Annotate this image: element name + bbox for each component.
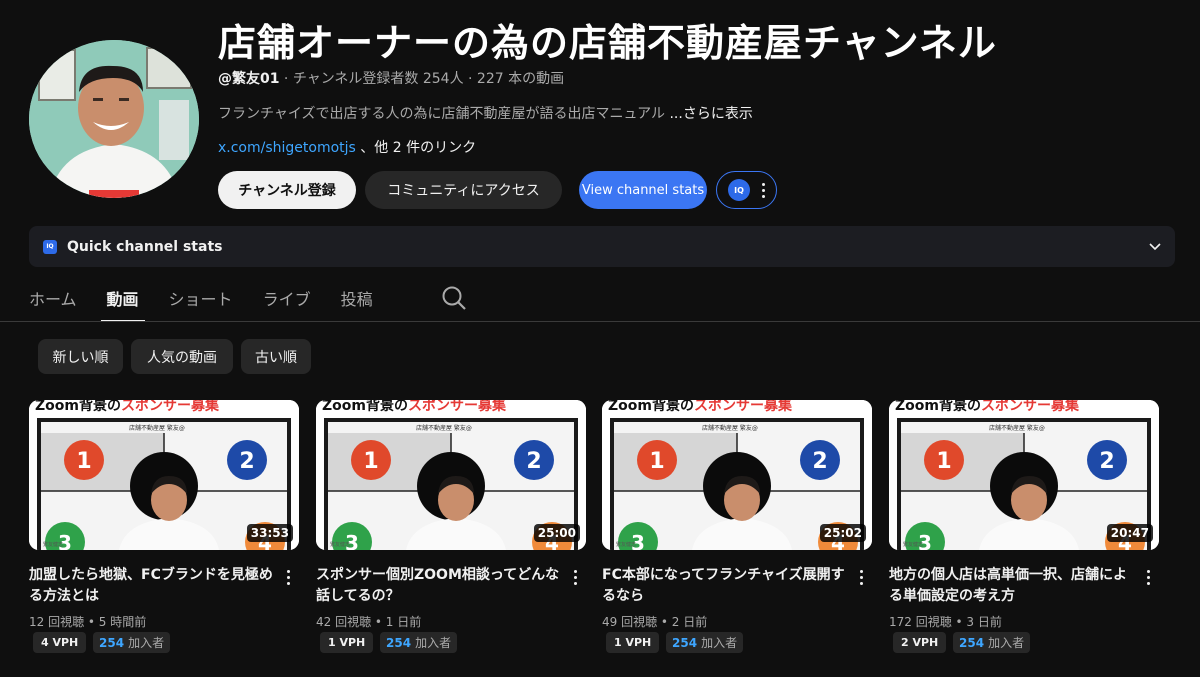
video-duration: 25:02 bbox=[819, 524, 866, 542]
show-more-link[interactable]: ...さらに表示 bbox=[669, 106, 752, 122]
video-duration: 25:00 bbox=[533, 524, 580, 542]
channel-avatar[interactable] bbox=[29, 40, 199, 198]
thumb-header: 店舗不動産屋 繁友@ bbox=[129, 424, 185, 432]
more-vert-icon[interactable] bbox=[287, 570, 290, 585]
subscribers-count: 254 bbox=[99, 635, 125, 650]
chip-newest[interactable]: 新しい順 bbox=[38, 339, 123, 374]
channel-stats-text: · チャンネル登録者数 254人 · 227 本の動画 bbox=[279, 71, 565, 87]
search-icon[interactable] bbox=[441, 285, 467, 311]
thumb-banner-red: スポンサー募集 bbox=[408, 400, 507, 414]
tab-live[interactable]: ライブ bbox=[263, 282, 311, 322]
thumb-num-2: 2 bbox=[812, 449, 827, 474]
thumb-num-2: 2 bbox=[526, 449, 541, 474]
video-thumbnail[interactable]: Zoom背景の スポンサー募集 店舗不動産屋 繁友@ 1 2 3 4 繁友健志 … bbox=[316, 400, 586, 550]
thumb-banner-black: Zoom背景の bbox=[35, 400, 121, 414]
quick-stats-label: Quick channel stats bbox=[67, 238, 223, 255]
video-card[interactable]: Zoom背景の スポンサー募集 店舗不動産屋 繁友@ 1 2 3 4 繁友健志 … bbox=[889, 400, 1159, 653]
vph-badge: 1 VPH bbox=[606, 632, 660, 653]
thumb-num-1: 1 bbox=[936, 449, 951, 474]
tabs-divider bbox=[0, 321, 1200, 322]
thumb-num-2: 2 bbox=[239, 449, 254, 474]
vph-badge: 2 VPH bbox=[893, 632, 947, 653]
subscribers-badge: 254 加入者 bbox=[666, 632, 744, 653]
view-channel-stats-button[interactable]: View channel stats bbox=[579, 171, 707, 209]
video-duration: 20:47 bbox=[1106, 524, 1153, 542]
subscribers-label: 加入者 bbox=[988, 636, 1025, 650]
video-meta: 172 回視聴 • 3 日前 bbox=[889, 615, 1002, 629]
iq-logo-icon: IQ bbox=[43, 239, 57, 254]
community-button[interactable]: コミュニティにアクセス bbox=[365, 171, 562, 209]
quick-channel-stats-bar[interactable]: IQ Quick channel stats bbox=[29, 226, 1175, 267]
subscribers-count: 254 bbox=[959, 635, 985, 650]
svg-text:繁友健志: 繁友健志 bbox=[330, 541, 350, 548]
vph-badge: 4 VPH bbox=[33, 632, 87, 653]
thumb-banner-red: スポンサー募集 bbox=[694, 400, 793, 414]
channel-handle: @繁友01 bbox=[218, 71, 280, 87]
subscribers-badge: 254 加入者 bbox=[93, 632, 171, 653]
subscribers-badge: 254 加入者 bbox=[953, 632, 1031, 653]
subscribers-badge: 254 加入者 bbox=[380, 632, 458, 653]
subscribers-label: 加入者 bbox=[415, 636, 452, 650]
more-vert-icon[interactable] bbox=[1147, 570, 1150, 585]
svg-text:繁友健志: 繁友健志 bbox=[903, 541, 923, 548]
channel-description[interactable]: フランチャイズで出店する人の為に店舗不動産屋が語る出店マニュアル ...さらに表… bbox=[218, 103, 753, 123]
thumb-header: 店舗不動産屋 繁友@ bbox=[989, 424, 1045, 432]
more-links-text[interactable]: 、他 2 件のリンク bbox=[356, 140, 476, 156]
video-duration: 33:53 bbox=[246, 524, 293, 542]
svg-text:繁友健志: 繁友健志 bbox=[43, 541, 63, 548]
channel-links: x.com/shigetomotjs 、他 2 件のリンク bbox=[218, 137, 476, 157]
thumb-num-1: 1 bbox=[649, 449, 664, 474]
iq-logo-icon: IQ bbox=[728, 179, 750, 201]
video-title[interactable]: FC本部になってフランチャイズ展開するなら bbox=[602, 565, 852, 607]
thumb-banner-black: Zoom背景の bbox=[322, 400, 408, 414]
thumb-header: 店舗不動産屋 繁友@ bbox=[702, 424, 758, 432]
chip-oldest[interactable]: 古い順 bbox=[241, 339, 311, 374]
video-meta: 42 回視聴 • 1 日前 bbox=[316, 615, 422, 629]
video-title[interactable]: スポンサー個別ZOOM相談ってどんな話してるの？ bbox=[316, 565, 566, 607]
more-vert-icon[interactable] bbox=[860, 570, 863, 585]
channel-meta: @繁友01 · チャンネル登録者数 254人 · 227 本の動画 bbox=[218, 68, 564, 88]
subscribers-count: 254 bbox=[672, 635, 698, 650]
subscribers-label: 加入者 bbox=[128, 636, 165, 650]
video-card[interactable]: Zoom背景の スポンサー募集 店舗不動産屋 繁友@ 1 2 3 4 繁友健志 … bbox=[316, 400, 586, 653]
channel-link-url[interactable]: x.com/shigetomotjs bbox=[218, 140, 356, 156]
thumb-banner-black: Zoom背景の bbox=[895, 400, 981, 414]
video-thumbnail[interactable]: Zoom背景の スポンサー募集 店舗不動産屋 繁友@ 1 2 3 4 繁友健志 … bbox=[602, 400, 872, 550]
tab-videos[interactable]: 動画 bbox=[100, 282, 145, 322]
video-title[interactable]: 地方の個人店は高単価一択、店舗による単価設定の考え方 bbox=[889, 565, 1139, 607]
channel-tabs: ホーム 動画 ショート ライブ 投稿 bbox=[29, 282, 403, 322]
video-card[interactable]: Zoom背景の スポンサー募集 店舗不動産屋 繁友@ 1 2 3 4 繁友健志 … bbox=[602, 400, 872, 653]
chevron-down-icon[interactable] bbox=[1149, 240, 1161, 254]
thumb-num-1: 1 bbox=[76, 449, 91, 474]
channel-title: 店舗オーナーの為の店舗不動産屋チャンネル bbox=[218, 21, 997, 65]
iq-extension-button[interactable]: IQ bbox=[716, 171, 777, 209]
thumb-banner-black: Zoom背景の bbox=[608, 400, 694, 414]
video-thumbnail[interactable]: Zoom背景の スポンサー募集 店舗不動産屋 繁友@ 1 2 3 4 繁友健志 … bbox=[29, 400, 299, 550]
more-vert-icon[interactable] bbox=[762, 182, 765, 198]
thumb-num-1: 1 bbox=[363, 449, 378, 474]
chip-popular[interactable]: 人気の動画 bbox=[131, 339, 233, 374]
thumb-num-2: 2 bbox=[1099, 449, 1114, 474]
video-thumbnail[interactable]: Zoom背景の スポンサー募集 店舗不動産屋 繁友@ 1 2 3 4 繁友健志 … bbox=[889, 400, 1159, 550]
thumb-banner-red: スポンサー募集 bbox=[981, 400, 1080, 414]
tab-shorts[interactable]: ショート bbox=[169, 282, 233, 322]
video-card[interactable]: Zoom背景の スポンサー募集 店舗不動産屋 繁友@ 1 2 3 4 繁友健志 … bbox=[29, 400, 299, 653]
video-meta: 49 回視聴 • 2 日前 bbox=[602, 615, 708, 629]
thumb-header: 店舗不動産屋 繁友@ bbox=[416, 424, 472, 432]
svg-text:繁友健志: 繁友健志 bbox=[616, 541, 636, 548]
vph-badge: 1 VPH bbox=[320, 632, 374, 653]
subscribers-count: 254 bbox=[386, 635, 412, 650]
subscribers-label: 加入者 bbox=[701, 636, 738, 650]
subscribe-button[interactable]: チャンネル登録 bbox=[218, 171, 356, 209]
tab-posts[interactable]: 投稿 bbox=[341, 282, 373, 322]
video-title[interactable]: 加盟したら地獄、FCブランドを見極める方法とは bbox=[29, 565, 279, 607]
video-meta: 12 回視聴 • 5 時間前 bbox=[29, 615, 147, 629]
more-vert-icon[interactable] bbox=[574, 570, 577, 585]
thumb-banner-red: スポンサー募集 bbox=[121, 400, 220, 414]
tab-home[interactable]: ホーム bbox=[29, 282, 77, 322]
description-text: フランチャイズで出店する人の為に店舗不動産屋が語る出店マニュアル bbox=[218, 106, 670, 122]
